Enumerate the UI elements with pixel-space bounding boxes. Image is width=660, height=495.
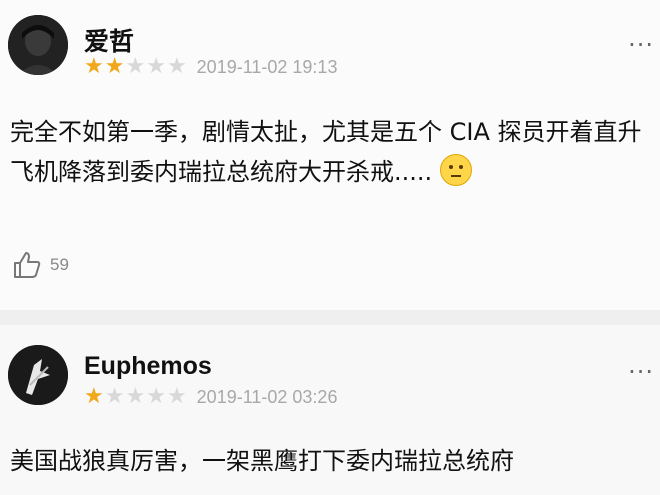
more-options-icon[interactable]: ··· [628, 33, 654, 57]
star-rating: ★ ★ ★ ★ ★ [84, 56, 187, 78]
star-filled-icon: ★ [104, 54, 125, 79]
star-empty-icon: ★ [104, 384, 125, 409]
thinking-face-emoji-icon [439, 154, 472, 186]
review-meta: ★ ★ ★ ★ ★ 2019-11-02 03:26 [84, 386, 337, 408]
avatar[interactable] [8, 15, 68, 75]
star-empty-icon: ★ [146, 54, 166, 79]
review-card: 爱哲 ★ ★ ★ ★ ★ 2019-11-02 19:13 ··· 完全不如第一… [0, 0, 660, 310]
star-empty-icon: ★ [166, 384, 187, 409]
review-date: 2019-11-02 03:26 [196, 386, 338, 407]
review-text-body: 美国战狼真厉害，一架黑鹰打下委内瑞拉总统府 [10, 447, 514, 475]
star-empty-icon: ★ [146, 384, 166, 409]
star-filled-icon: ★ [84, 384, 104, 409]
review-text-body: 完全不如第一季，剧情太扯，尤其是五个 CIA 探员开着直升飞机降落到委内瑞拉总统… [10, 118, 642, 186]
like-count: 59 [50, 255, 69, 274]
star-rating: ★ ★ ★ ★ ★ [84, 386, 187, 408]
star-empty-icon: ★ [125, 384, 146, 409]
review-card: Euphemos ★ ★ ★ ★ ★ 2019-11-02 03:26 ··· … [0, 325, 660, 495]
divider [0, 310, 660, 325]
username[interactable]: Euphemos [84, 352, 212, 381]
review-text: 完全不如第一季，剧情太扯，尤其是五个 CIA 探员开着直升飞机降落到委内瑞拉总统… [10, 112, 650, 192]
review-text: 美国战狼真厉害，一架黑鹰打下委内瑞拉总统府 [10, 441, 650, 481]
avatar[interactable] [8, 345, 68, 405]
star-empty-icon: ★ [166, 54, 187, 79]
thumbs-up-icon [14, 252, 41, 278]
review-meta: ★ ★ ★ ★ ★ 2019-11-02 19:13 [84, 56, 337, 78]
like-button[interactable]: 59 [12, 250, 69, 280]
more-options-icon[interactable]: ··· [628, 360, 654, 384]
username[interactable]: 爱哲 [84, 22, 134, 58]
review-date: 2019-11-02 19:13 [196, 56, 338, 77]
star-empty-icon: ★ [125, 54, 146, 79]
star-filled-icon: ★ [84, 54, 104, 79]
